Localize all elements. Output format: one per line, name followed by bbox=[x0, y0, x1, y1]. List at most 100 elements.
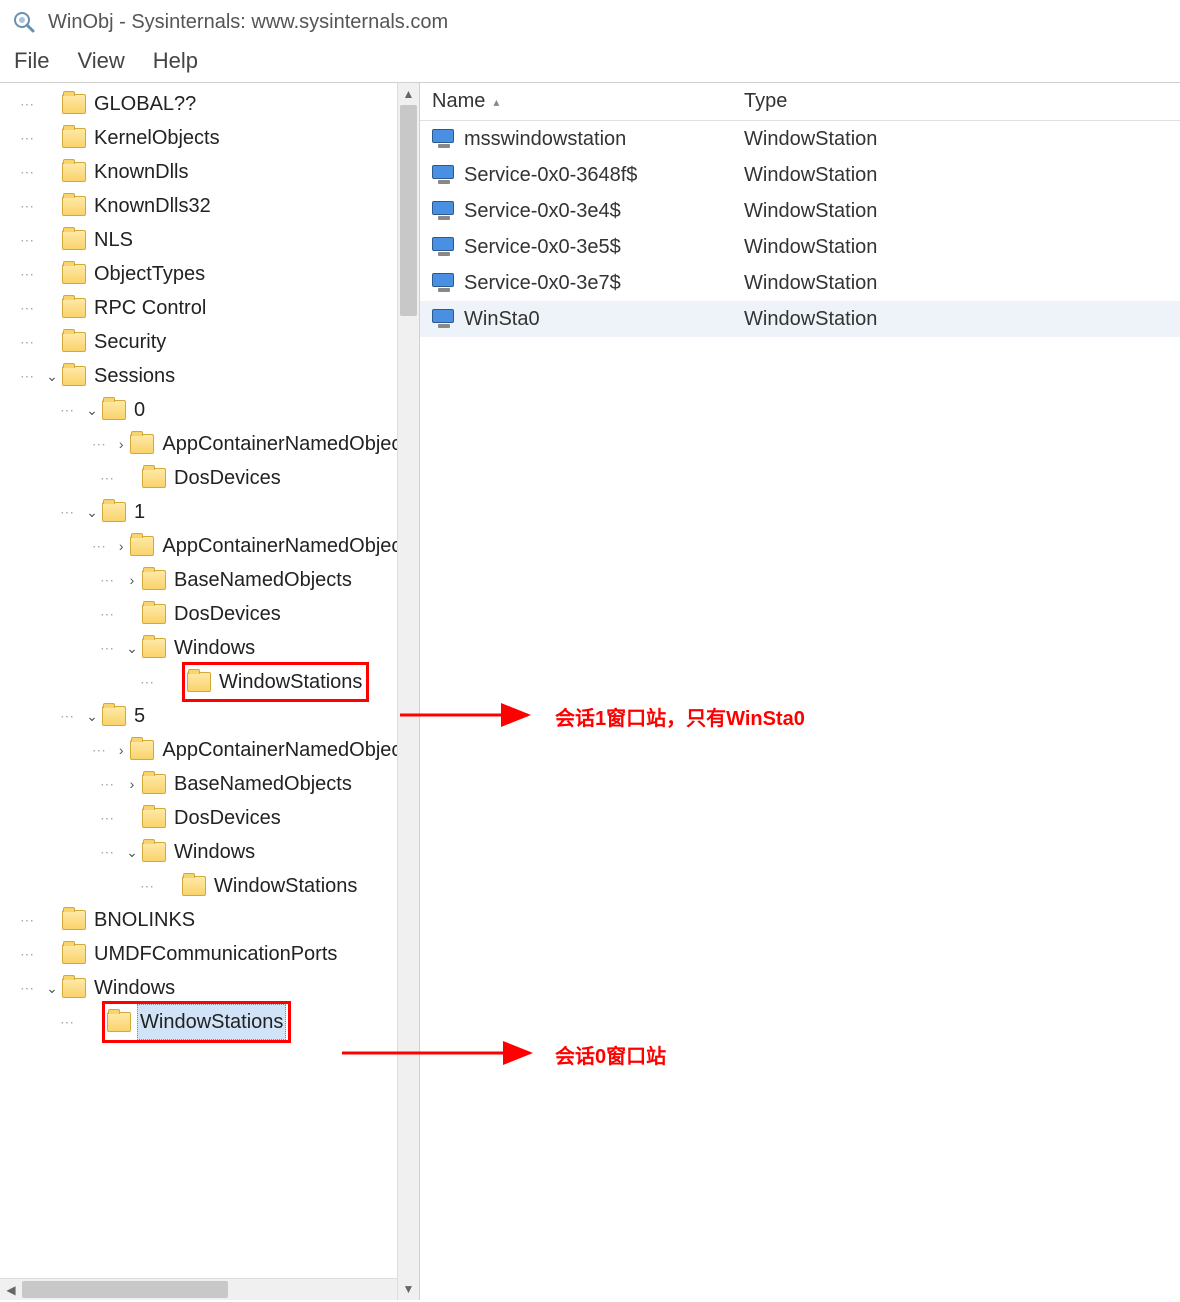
annotation-highlight-box: WindowStations bbox=[182, 662, 369, 702]
expand-icon[interactable]: › bbox=[112, 427, 130, 461]
folder-icon bbox=[142, 842, 166, 862]
tree-item[interactable]: ⋯›AppContainerNamedObjects bbox=[0, 529, 419, 563]
tree-item-label: KernelObjects bbox=[92, 121, 222, 155]
list-item-name: WinSta0 bbox=[464, 308, 540, 331]
tree-item[interactable]: ⋯›AppContainerNamedObjects bbox=[0, 427, 419, 461]
list-item[interactable]: msswindowstationWindowStation bbox=[420, 121, 1180, 157]
collapse-icon[interactable]: ⌄ bbox=[122, 835, 142, 869]
list-item[interactable]: WinSta0WindowStation bbox=[420, 301, 1180, 337]
scroll-thumb[interactable] bbox=[22, 1281, 228, 1298]
tree-item[interactable]: ⋯⌄1 bbox=[0, 495, 419, 529]
tree-horizontal-scrollbar[interactable]: ◀ ▶ bbox=[0, 1278, 419, 1300]
tree-item[interactable]: ⋯KernelObjects bbox=[0, 121, 419, 155]
collapse-icon[interactable]: ⌄ bbox=[82, 699, 102, 733]
tree-item-label: KnownDlls bbox=[92, 155, 190, 189]
tree-connector-icon: ⋯ bbox=[20, 971, 42, 1005]
object-tree[interactable]: ⋯GLOBAL??⋯KernelObjects⋯KnownDlls⋯KnownD… bbox=[0, 83, 419, 1278]
tree-item-label: 5 bbox=[132, 699, 147, 733]
tree-item[interactable]: ⋯DosDevices bbox=[0, 461, 419, 495]
tree-connector-icon: ⋯ bbox=[20, 257, 42, 291]
folder-icon bbox=[187, 672, 211, 692]
tree-item[interactable]: ⋯GLOBAL?? bbox=[0, 87, 419, 121]
window-station-icon bbox=[432, 129, 456, 149]
folder-icon bbox=[142, 468, 166, 488]
list-item-type: WindowStation bbox=[740, 272, 1180, 295]
tree-item-label: GLOBAL?? bbox=[92, 87, 198, 121]
tree-item[interactable]: ⋯BNOLINKS bbox=[0, 903, 419, 937]
tree-item[interactable]: ⋯⌄Windows bbox=[0, 631, 419, 665]
list-header[interactable]: Name ▴ Type bbox=[420, 83, 1180, 121]
tree-connector-icon: ⋯ bbox=[20, 903, 42, 937]
tree-item[interactable]: ⋯⌄Windows bbox=[0, 971, 419, 1005]
collapse-icon[interactable]: ⌄ bbox=[122, 631, 142, 665]
tree-item[interactable]: ⋯DosDevices bbox=[0, 801, 419, 835]
tree-item[interactable]: ⋯⌄Windows bbox=[0, 835, 419, 869]
scroll-thumb[interactable] bbox=[400, 105, 417, 316]
tree-item[interactable]: ⋯ WindowStations bbox=[0, 665, 419, 699]
folder-icon bbox=[62, 128, 86, 148]
tree-item[interactable]: ⋯KnownDlls32 bbox=[0, 189, 419, 223]
tree-item[interactable]: ⋯KnownDlls bbox=[0, 155, 419, 189]
scroll-up-icon[interactable]: ▲ bbox=[398, 83, 419, 105]
tree-connector-icon: ⋯ bbox=[20, 937, 42, 971]
expand-icon[interactable]: › bbox=[112, 733, 130, 767]
list-item[interactable]: Service-0x0-3648f$WindowStation bbox=[420, 157, 1180, 193]
list-item[interactable]: Service-0x0-3e4$WindowStation bbox=[420, 193, 1180, 229]
annotation-highlight-box: WindowStations bbox=[102, 1001, 291, 1043]
window-station-icon bbox=[432, 309, 456, 329]
collapse-icon[interactable]: ⌄ bbox=[42, 971, 62, 1005]
tree-item[interactable]: ⋯WindowStations bbox=[0, 869, 419, 903]
list-item[interactable]: Service-0x0-3e7$WindowStation bbox=[420, 265, 1180, 301]
tree-item[interactable]: ⋯ UMDFCommunicationPorts bbox=[0, 937, 419, 971]
tree-item[interactable]: ⋯RPC Control bbox=[0, 291, 419, 325]
scroll-track[interactable] bbox=[22, 1279, 397, 1300]
tree-item[interactable]: ⋯›AppContainerNamedObjects bbox=[0, 733, 419, 767]
list-item-type: WindowStation bbox=[740, 236, 1180, 259]
scroll-down-icon[interactable]: ▼ bbox=[398, 1278, 419, 1300]
column-header-type[interactable]: Type bbox=[740, 90, 1180, 113]
expand-icon[interactable]: › bbox=[122, 563, 142, 597]
tree-item[interactable]: ⋯⌄Sessions bbox=[0, 359, 419, 393]
tree-item[interactable]: ⋯ObjectTypes bbox=[0, 257, 419, 291]
tree-connector-icon: ⋯ bbox=[92, 529, 112, 563]
tree-connector-icon: ⋯ bbox=[140, 665, 162, 699]
tree-item[interactable]: ⋯›BaseNamedObjects bbox=[0, 767, 419, 801]
tree-item-label: BaseNamedObjects bbox=[172, 767, 354, 801]
folder-icon bbox=[102, 706, 126, 726]
tree-connector-icon: ⋯ bbox=[100, 835, 122, 869]
tree-item[interactable]: ⋯Security bbox=[0, 325, 419, 359]
tree-vertical-scrollbar[interactable]: ▲ ▼ bbox=[397, 83, 419, 1300]
scroll-left-icon[interactable]: ◀ bbox=[0, 1279, 22, 1300]
collapse-icon[interactable]: ⌄ bbox=[42, 359, 62, 393]
folder-icon bbox=[62, 332, 86, 352]
tree-connector-icon: ⋯ bbox=[60, 393, 82, 427]
list-item[interactable]: Service-0x0-3e5$WindowStation bbox=[420, 229, 1180, 265]
menu-file[interactable]: File bbox=[14, 48, 49, 74]
tree-connector-icon: ⋯ bbox=[60, 1005, 82, 1039]
list-item-name: Service-0x0-3648f$ bbox=[464, 164, 637, 187]
tree-item[interactable]: ⋯NLS bbox=[0, 223, 419, 257]
tree-item[interactable]: ⋯DosDevices bbox=[0, 597, 419, 631]
expand-icon[interactable]: › bbox=[112, 529, 130, 563]
folder-icon bbox=[62, 230, 86, 250]
menu-help[interactable]: Help bbox=[153, 48, 198, 74]
collapse-icon[interactable]: ⌄ bbox=[82, 393, 102, 427]
expand-icon[interactable]: › bbox=[122, 767, 142, 801]
menu-view[interactable]: View bbox=[77, 48, 124, 74]
scroll-track[interactable] bbox=[398, 105, 419, 1278]
column-header-name[interactable]: Name ▴ bbox=[420, 90, 740, 113]
window-station-icon bbox=[432, 237, 456, 257]
tree-item[interactable]: ⋯WindowStations bbox=[0, 1005, 419, 1039]
tree-connector-icon: ⋯ bbox=[100, 597, 122, 631]
tree-item[interactable]: ⋯⌄5 bbox=[0, 699, 419, 733]
tree-item[interactable]: ⋯⌄0 bbox=[0, 393, 419, 427]
tree-item-label: Windows bbox=[172, 631, 257, 665]
tree-item-label: BaseNamedObjects bbox=[172, 563, 354, 597]
tree-item-label: UMDFCommunicationPorts bbox=[92, 937, 339, 971]
tree-connector-icon: ⋯ bbox=[20, 359, 42, 393]
tree-item[interactable]: ⋯›BaseNamedObjects bbox=[0, 563, 419, 597]
folder-icon bbox=[130, 536, 154, 556]
tree-item-label: DosDevices bbox=[172, 801, 283, 835]
collapse-icon[interactable]: ⌄ bbox=[82, 495, 102, 529]
tree-item-label: KnownDlls32 bbox=[92, 189, 213, 223]
